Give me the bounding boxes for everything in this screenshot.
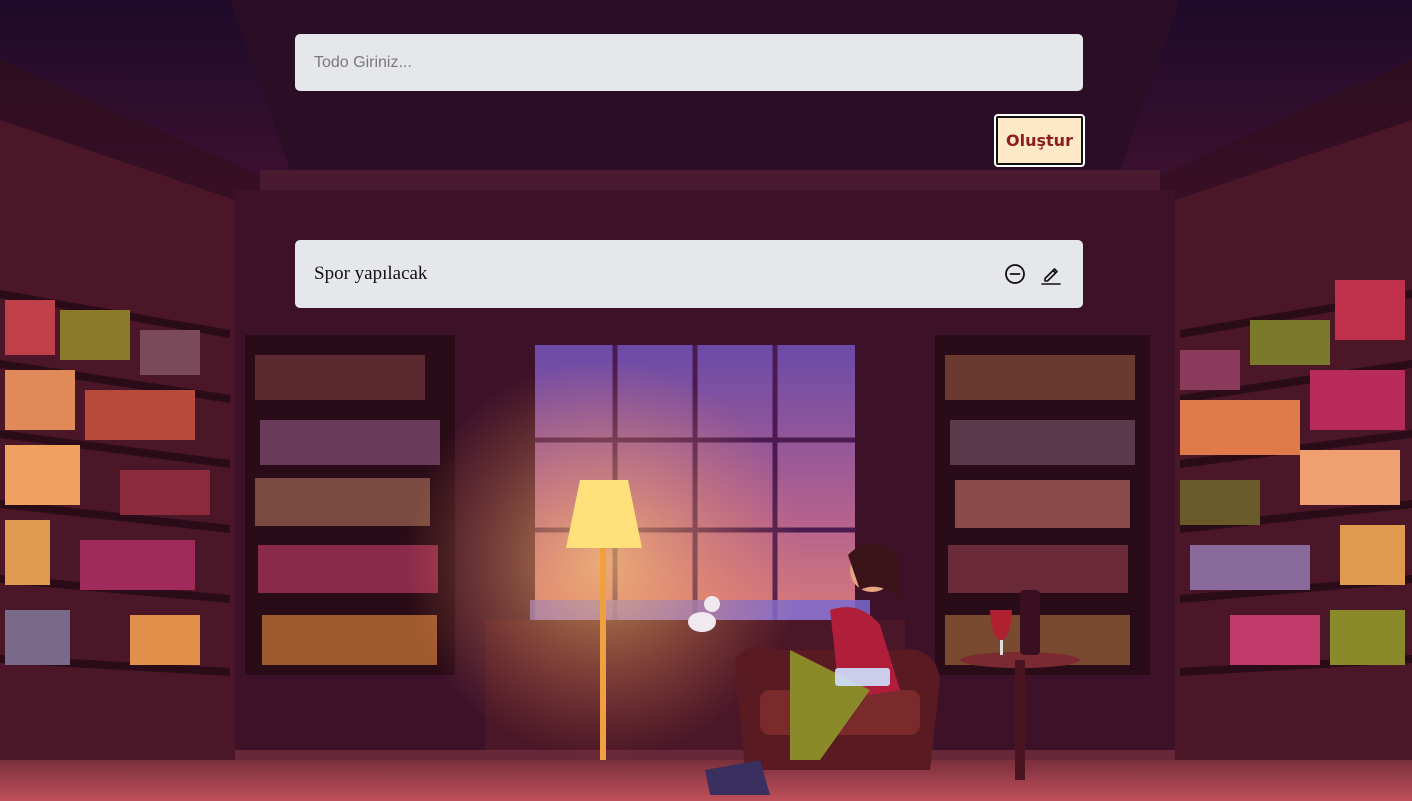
todo-input[interactable]: [295, 34, 1083, 91]
library-scene: [0, 0, 1412, 801]
minus-circle-icon[interactable]: [1002, 261, 1028, 287]
todo-list: Spor yapılacak: [295, 240, 1083, 308]
todo-text: Spor yapılacak: [314, 263, 428, 284]
create-button[interactable]: Oluştur: [994, 114, 1085, 167]
pencil-icon[interactable]: [1038, 261, 1064, 287]
library-background-illustration: [0, 0, 1412, 801]
todo-item: Spor yapılacak: [295, 240, 1083, 308]
